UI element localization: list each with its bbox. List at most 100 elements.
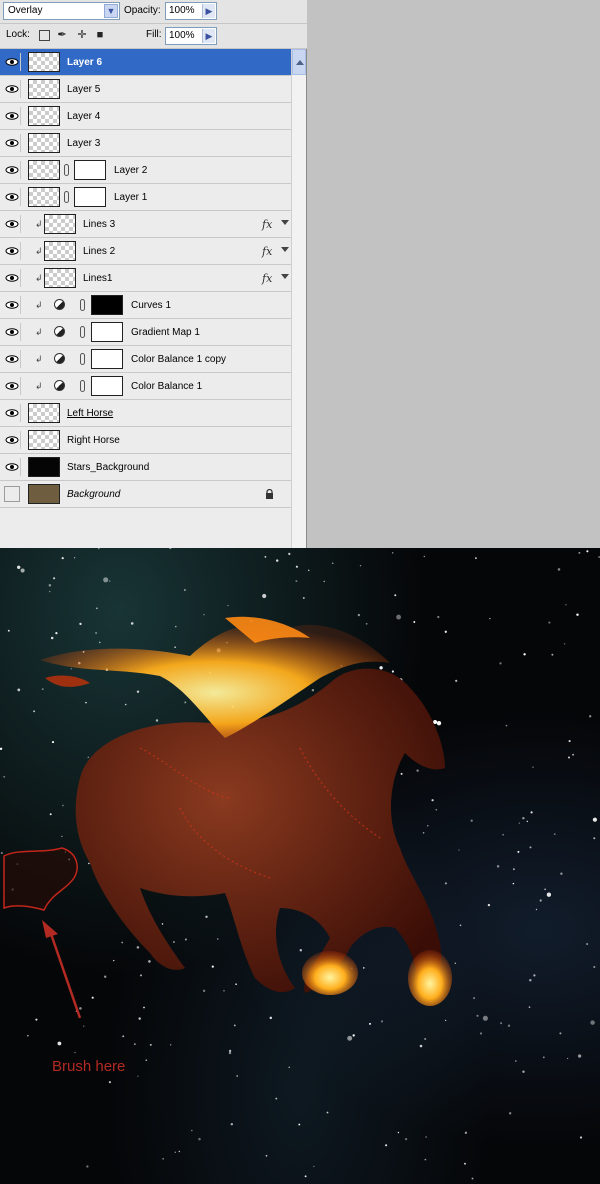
fx-icon[interactable]: fx — [262, 245, 272, 258]
lock-brush-icon[interactable]: ✒ — [56, 29, 68, 41]
layer-row[interactable]: Left Horse — [0, 400, 292, 427]
star — [96, 607, 98, 610]
layer-row[interactable]: Layer 5 — [0, 76, 292, 103]
expand-arrow-icon[interactable] — [281, 247, 289, 252]
star — [20, 568, 25, 573]
star — [479, 1032, 483, 1035]
star — [424, 1158, 427, 1161]
star — [262, 593, 267, 599]
star — [539, 899, 542, 902]
layer-row[interactable]: ↲ Lines 2 fx — [0, 238, 292, 265]
lock-label: Lock: — [6, 29, 30, 40]
chevron-right-icon[interactable]: ▶ — [202, 4, 215, 18]
eye-icon[interactable] — [3, 350, 21, 368]
lock-all-icon[interactable]: ■ — [94, 29, 106, 41]
star — [560, 872, 563, 875]
star — [523, 653, 526, 656]
fx-icon[interactable]: fx — [262, 218, 272, 231]
scrollbar[interactable] — [291, 49, 306, 548]
layer-row[interactable]: Layer 3 — [0, 130, 292, 157]
layer-mask-thumbnail[interactable] — [91, 322, 123, 342]
star — [223, 989, 225, 992]
eye-icon[interactable] — [3, 431, 21, 449]
layer-row[interactable]: Layer 1 — [0, 184, 292, 211]
lock-transparent-icon[interactable] — [39, 30, 50, 41]
layer-thumbnail — [44, 241, 76, 261]
star — [122, 1035, 125, 1038]
star — [138, 1017, 141, 1020]
layer-row[interactable]: ↲ Color Balance 1 — [0, 373, 292, 400]
chain-link-icon[interactable] — [64, 164, 69, 176]
layer-row[interactable]: Background — [0, 481, 292, 508]
chevron-right-icon[interactable]: ▶ — [202, 29, 215, 43]
star — [513, 868, 515, 871]
chain-link-icon[interactable] — [80, 353, 85, 365]
star — [578, 551, 581, 554]
expand-arrow-icon[interactable] — [281, 274, 289, 279]
visibility-toggle-empty[interactable] — [4, 486, 20, 502]
eye-icon[interactable] — [3, 404, 21, 422]
eye-icon[interactable] — [3, 161, 21, 179]
fx-icon[interactable]: fx — [262, 272, 272, 285]
eye-icon[interactable] — [3, 377, 21, 395]
star — [62, 804, 64, 807]
scroll-up-button[interactable] — [292, 49, 306, 75]
star — [568, 740, 571, 743]
star — [27, 1034, 29, 1037]
blend-mode-select[interactable]: Overlay ▼ — [3, 2, 120, 20]
eye-icon[interactable] — [3, 53, 21, 71]
layer-mask-thumbnail[interactable] — [91, 349, 123, 369]
layer-row[interactable]: Layer 2 — [0, 157, 292, 184]
layer-row[interactable]: ↲ Lines1 fx — [0, 265, 292, 292]
layer-row[interactable]: Stars_Background — [0, 454, 292, 481]
star — [79, 1007, 82, 1010]
layer-row[interactable]: Right Horse — [0, 427, 292, 454]
layer-row[interactable]: ↲ Curves 1 — [0, 292, 292, 319]
star — [559, 1032, 562, 1035]
eye-icon[interactable] — [3, 296, 21, 314]
chain-link-icon[interactable] — [64, 191, 69, 203]
layer-mask-thumbnail[interactable] — [91, 376, 123, 396]
eye-icon[interactable] — [3, 323, 21, 341]
eye-icon[interactable] — [3, 215, 21, 233]
layer-thumbnail — [28, 457, 60, 477]
star — [299, 949, 303, 952]
layer-row[interactable]: Layer 6 — [0, 49, 292, 76]
layer-thumbnail — [28, 160, 60, 180]
chain-link-icon[interactable] — [80, 326, 85, 338]
layer-row[interactable]: ↲ Lines 3 fx — [0, 211, 292, 238]
layer-mask-thumbnail[interactable] — [91, 295, 123, 315]
document-canvas — [0, 548, 600, 1184]
layer-thumbnail — [28, 79, 60, 99]
star — [380, 1020, 384, 1023]
layer-row[interactable]: Layer 4 — [0, 103, 292, 130]
chevron-down-icon[interactable]: ▼ — [104, 4, 118, 18]
layer-mask-thumbnail[interactable] — [74, 160, 106, 180]
lock-move-icon[interactable]: ✛ — [76, 29, 88, 41]
layers-list: Layer 6 Layer 5 Layer 4 Layer 3 Layer 2 … — [0, 49, 292, 508]
layer-name: Layer 5 — [67, 84, 101, 95]
eye-icon[interactable] — [3, 458, 21, 476]
layer-row[interactable]: ↲ Gradient Map 1 — [0, 319, 292, 346]
star — [228, 1051, 232, 1055]
fill-label: Fill: — [146, 29, 162, 40]
expand-arrow-icon[interactable] — [281, 220, 289, 225]
fill-field[interactable]: 100% ▶ — [165, 27, 217, 45]
opacity-field[interactable]: 100% ▶ — [165, 2, 217, 20]
eye-icon[interactable] — [3, 242, 21, 260]
layer-name: Layer 1 — [114, 192, 148, 203]
layer-mask-thumbnail[interactable] — [74, 187, 106, 207]
eye-icon[interactable] — [3, 80, 21, 98]
layer-row[interactable]: ↲ Color Balance 1 copy — [0, 346, 292, 373]
star — [184, 938, 187, 941]
star — [48, 584, 52, 587]
chain-link-icon[interactable] — [80, 299, 85, 311]
eye-icon[interactable] — [3, 107, 21, 125]
eye-icon[interactable] — [3, 188, 21, 206]
star — [104, 975, 107, 978]
eye-icon[interactable] — [3, 134, 21, 152]
chain-link-icon[interactable] — [80, 380, 85, 392]
eye-icon[interactable] — [3, 269, 21, 287]
star — [391, 552, 394, 554]
star — [88, 862, 90, 865]
